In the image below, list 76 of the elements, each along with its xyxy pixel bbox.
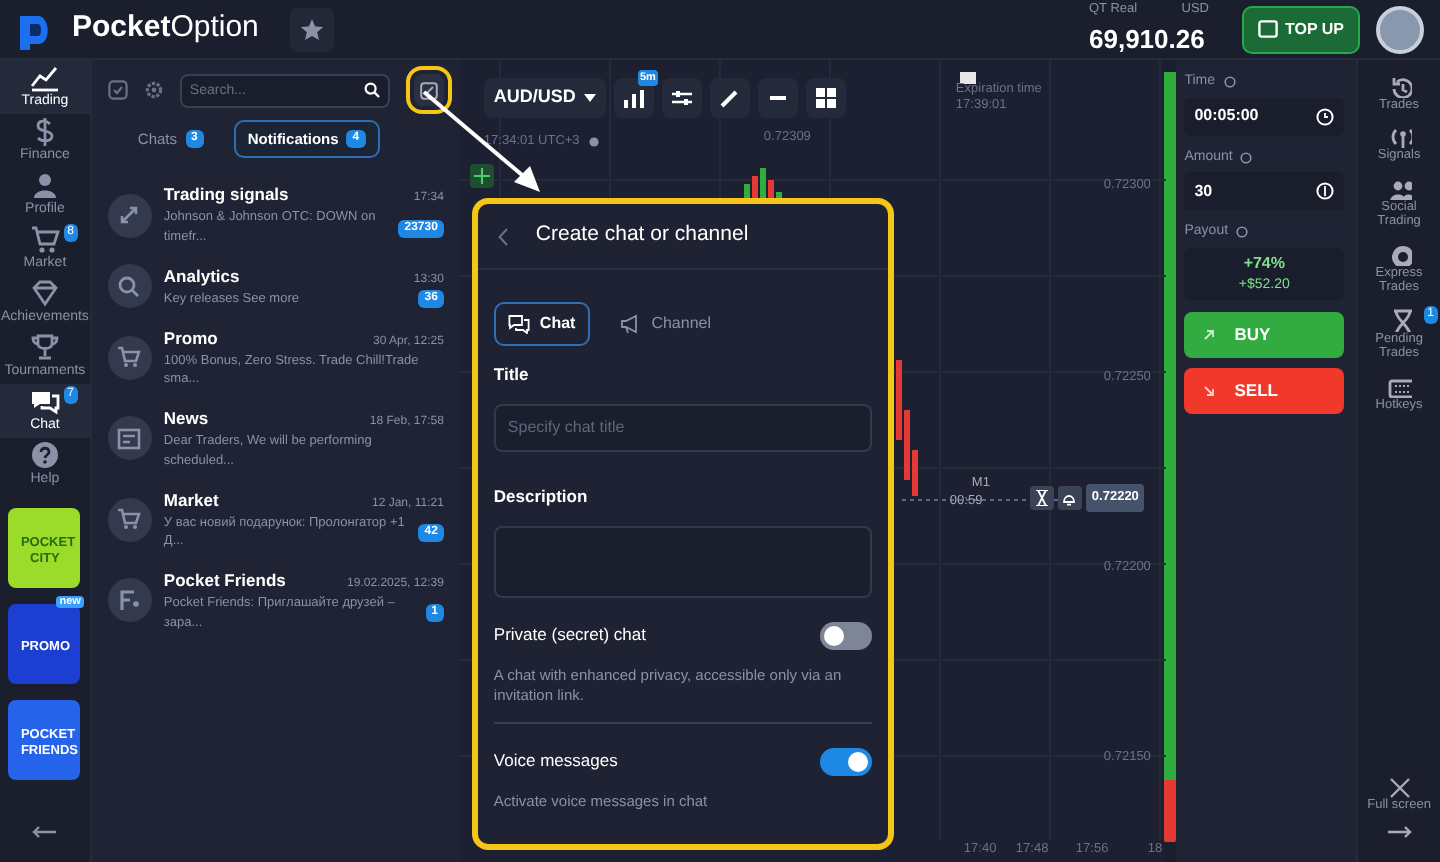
cart-icon <box>114 342 145 373</box>
app-logo: PocketOption <box>72 8 259 49</box>
chat-name: Promo <box>163 325 218 351</box>
balance-dropdown[interactable]: 69,910.26 <box>1089 19 1209 59</box>
cart-icon <box>114 504 145 535</box>
chat-bubbles-icon <box>507 314 530 334</box>
dialog-tab[interactable]: Channel <box>605 302 726 346</box>
clock-icon <box>1316 107 1335 125</box>
chat-name: Pocket Friends <box>163 568 286 594</box>
history-icon <box>1387 74 1412 98</box>
indicators-button[interactable] <box>661 78 702 118</box>
amount-field[interactable]: 30 <box>1184 172 1345 210</box>
newspaper-icon <box>114 423 145 454</box>
option-label: Private (secret) chat <box>493 622 646 648</box>
tool-button[interactable] <box>469 164 494 188</box>
checkbox-icon-button[interactable] <box>107 80 128 100</box>
star-icon <box>300 17 325 41</box>
crosshair-icon <box>473 168 490 184</box>
layout-button[interactable] <box>805 78 846 118</box>
arrow-up-icon <box>1204 330 1215 340</box>
toggle-switch[interactable] <box>819 621 872 649</box>
wallet-icon <box>1257 20 1277 38</box>
bell-icon <box>1062 490 1077 506</box>
hourglass-icon <box>1035 490 1048 506</box>
arrow-left-icon <box>32 826 57 839</box>
toggle-switch[interactable] <box>819 747 872 776</box>
payout-percent: +74% <box>1241 251 1287 275</box>
description-field[interactable] <box>493 525 872 597</box>
chevron-left-icon <box>497 227 508 245</box>
dollar-icon <box>1316 182 1335 200</box>
search-icon <box>363 81 380 97</box>
back-button[interactable] <box>497 227 508 245</box>
square-check-icon <box>107 80 128 100</box>
info-icon <box>1223 76 1236 89</box>
bars-icon <box>623 89 644 107</box>
trophy-icon <box>29 331 60 362</box>
chat-name: Trading signals <box>163 182 289 208</box>
sell-button[interactable]: SELL <box>1184 368 1345 414</box>
arrow-right-icon <box>1387 826 1412 839</box>
antenna-icon <box>1387 124 1412 149</box>
option-label: Voice messages <box>493 748 618 775</box>
time-field[interactable]: 00:05:00 <box>1184 97 1345 135</box>
compose-button[interactable] <box>413 74 444 106</box>
field-label: Description <box>493 483 590 509</box>
diamond-icon <box>29 277 60 308</box>
megaphone-icon <box>619 314 642 334</box>
drawing-button[interactable] <box>709 78 750 118</box>
chat-name: News <box>163 406 209 432</box>
avatar[interactable] <box>1376 5 1424 53</box>
alert-button[interactable] <box>1057 486 1082 510</box>
sliders-icon <box>671 90 692 106</box>
letter-f-icon <box>114 585 145 616</box>
dialog-tab[interactable]: Chat <box>493 302 590 346</box>
timer-button[interactable] <box>1029 486 1054 510</box>
question-icon <box>29 439 60 470</box>
grid-icon <box>815 88 836 108</box>
favorite-button[interactable] <box>290 7 335 51</box>
dialog-title: Create chat or channel <box>535 220 749 251</box>
arrow-down-icon <box>1204 386 1215 396</box>
brush-icon <box>719 88 740 108</box>
compose-icon <box>419 81 438 99</box>
minus-icon <box>769 96 786 100</box>
info-icon <box>1240 151 1253 164</box>
buy-button[interactable]: BUY <box>1184 312 1345 358</box>
info-icon <box>1236 226 1249 239</box>
chat-name: Analytics <box>163 263 240 289</box>
flag-icon <box>959 71 976 84</box>
chat-name: Market <box>163 487 219 513</box>
pair-dropdown[interactable]: AUD/USD <box>483 78 606 118</box>
line-button[interactable] <box>757 78 798 118</box>
person-icon <box>29 169 60 200</box>
field-label: Title <box>493 362 531 388</box>
title-field[interactable]: Specify chat title <box>493 403 872 452</box>
cart-icon <box>29 223 60 254</box>
top-up-button[interactable]: TOP UP <box>1241 5 1360 53</box>
caret-icon <box>583 94 596 102</box>
